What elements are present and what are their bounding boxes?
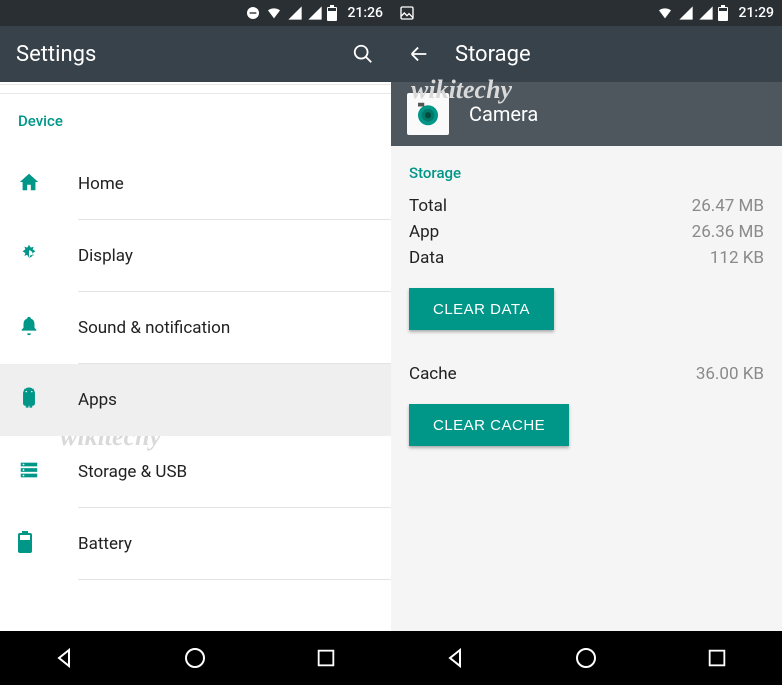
row-cache: Cache 36.00 KB: [409, 364, 764, 384]
row-app: App 26.36 MB: [409, 222, 764, 242]
clear-data-button[interactable]: CLEAR DATA: [409, 288, 554, 330]
nav-home-button[interactable]: [180, 643, 210, 673]
status-time: 21:26: [347, 5, 383, 21]
row-value: 26.47 MB: [692, 196, 764, 216]
list-item-display[interactable]: Display: [0, 220, 391, 292]
list-item-battery[interactable]: Battery: [0, 508, 391, 580]
signal-icon-2: [307, 5, 323, 21]
search-button[interactable]: [351, 42, 375, 66]
status-time: 21:29: [738, 5, 774, 21]
app-bar: Storage: [391, 26, 782, 82]
nav-recent-button[interactable]: [702, 643, 732, 673]
battery-icon: [327, 5, 337, 21]
nav-home-button[interactable]: [571, 643, 601, 673]
nav-bar: [391, 631, 782, 685]
list-item-storage[interactable]: Storage & USB: [0, 436, 391, 508]
nav-recent-button[interactable]: [311, 643, 341, 673]
app-name: Camera: [469, 102, 538, 126]
list-item-home[interactable]: Home: [0, 148, 391, 220]
list-item-label: Storage & USB: [78, 462, 187, 482]
home-icon: [18, 171, 40, 197]
battery-icon: [718, 5, 728, 21]
camera-app-icon: [407, 93, 449, 135]
row-key: Total: [409, 196, 447, 216]
android-icon: [18, 387, 40, 413]
section-header-storage: Storage: [409, 164, 764, 182]
row-total: Total 26.47 MB: [409, 196, 764, 216]
phone-left: 21:26 Settings Device Home Display: [0, 0, 391, 685]
list-item-label: Display: [78, 246, 133, 266]
storage-panel: Storage Total 26.47 MB App 26.36 MB Data…: [391, 146, 782, 631]
section-header-device: Device: [0, 94, 391, 148]
dnd-icon: [245, 5, 261, 21]
row-key: App: [409, 222, 439, 242]
nav-back-button[interactable]: [50, 643, 80, 673]
row-key: Cache: [409, 364, 457, 384]
image-notif-icon: [399, 5, 415, 21]
row-key: Data: [409, 248, 444, 268]
row-value: 36.00 KB: [696, 364, 764, 384]
signal-icon-2: [698, 5, 714, 21]
signal-icon: [287, 5, 303, 21]
page-title: Settings: [16, 42, 327, 67]
page-title: Storage: [455, 42, 766, 67]
back-button[interactable]: [407, 42, 431, 66]
list-item-label: Sound & notification: [78, 318, 230, 338]
nav-bar: [0, 631, 391, 685]
brightness-icon: [18, 243, 40, 269]
list-item-sound[interactable]: Sound & notification: [0, 292, 391, 364]
bell-icon: [18, 315, 40, 341]
app-header-bar: Camera: [391, 82, 782, 146]
row-value: 26.36 MB: [692, 222, 764, 242]
app-bar: Settings: [0, 26, 391, 82]
list-item-apps[interactable]: Apps: [0, 364, 391, 436]
status-bar: 21:29: [391, 0, 782, 26]
list-item-label: Apps: [78, 390, 117, 410]
nav-back-button[interactable]: [441, 643, 471, 673]
storage-icon: [18, 459, 40, 485]
list-item-label: Home: [78, 174, 124, 194]
list-item-label: Battery: [78, 534, 132, 554]
battery-icon: [18, 531, 32, 557]
divider: [0, 84, 391, 94]
row-data: Data 112 KB: [409, 248, 764, 268]
wifi-icon: [265, 5, 283, 21]
row-value: 112 KB: [710, 248, 764, 268]
signal-icon: [678, 5, 694, 21]
status-bar: 21:26: [0, 0, 391, 26]
clear-cache-button[interactable]: CLEAR CACHE: [409, 404, 569, 446]
wifi-icon: [656, 5, 674, 21]
phone-right: 21:29 Storage Camera Storage Total 26.47…: [391, 0, 782, 685]
